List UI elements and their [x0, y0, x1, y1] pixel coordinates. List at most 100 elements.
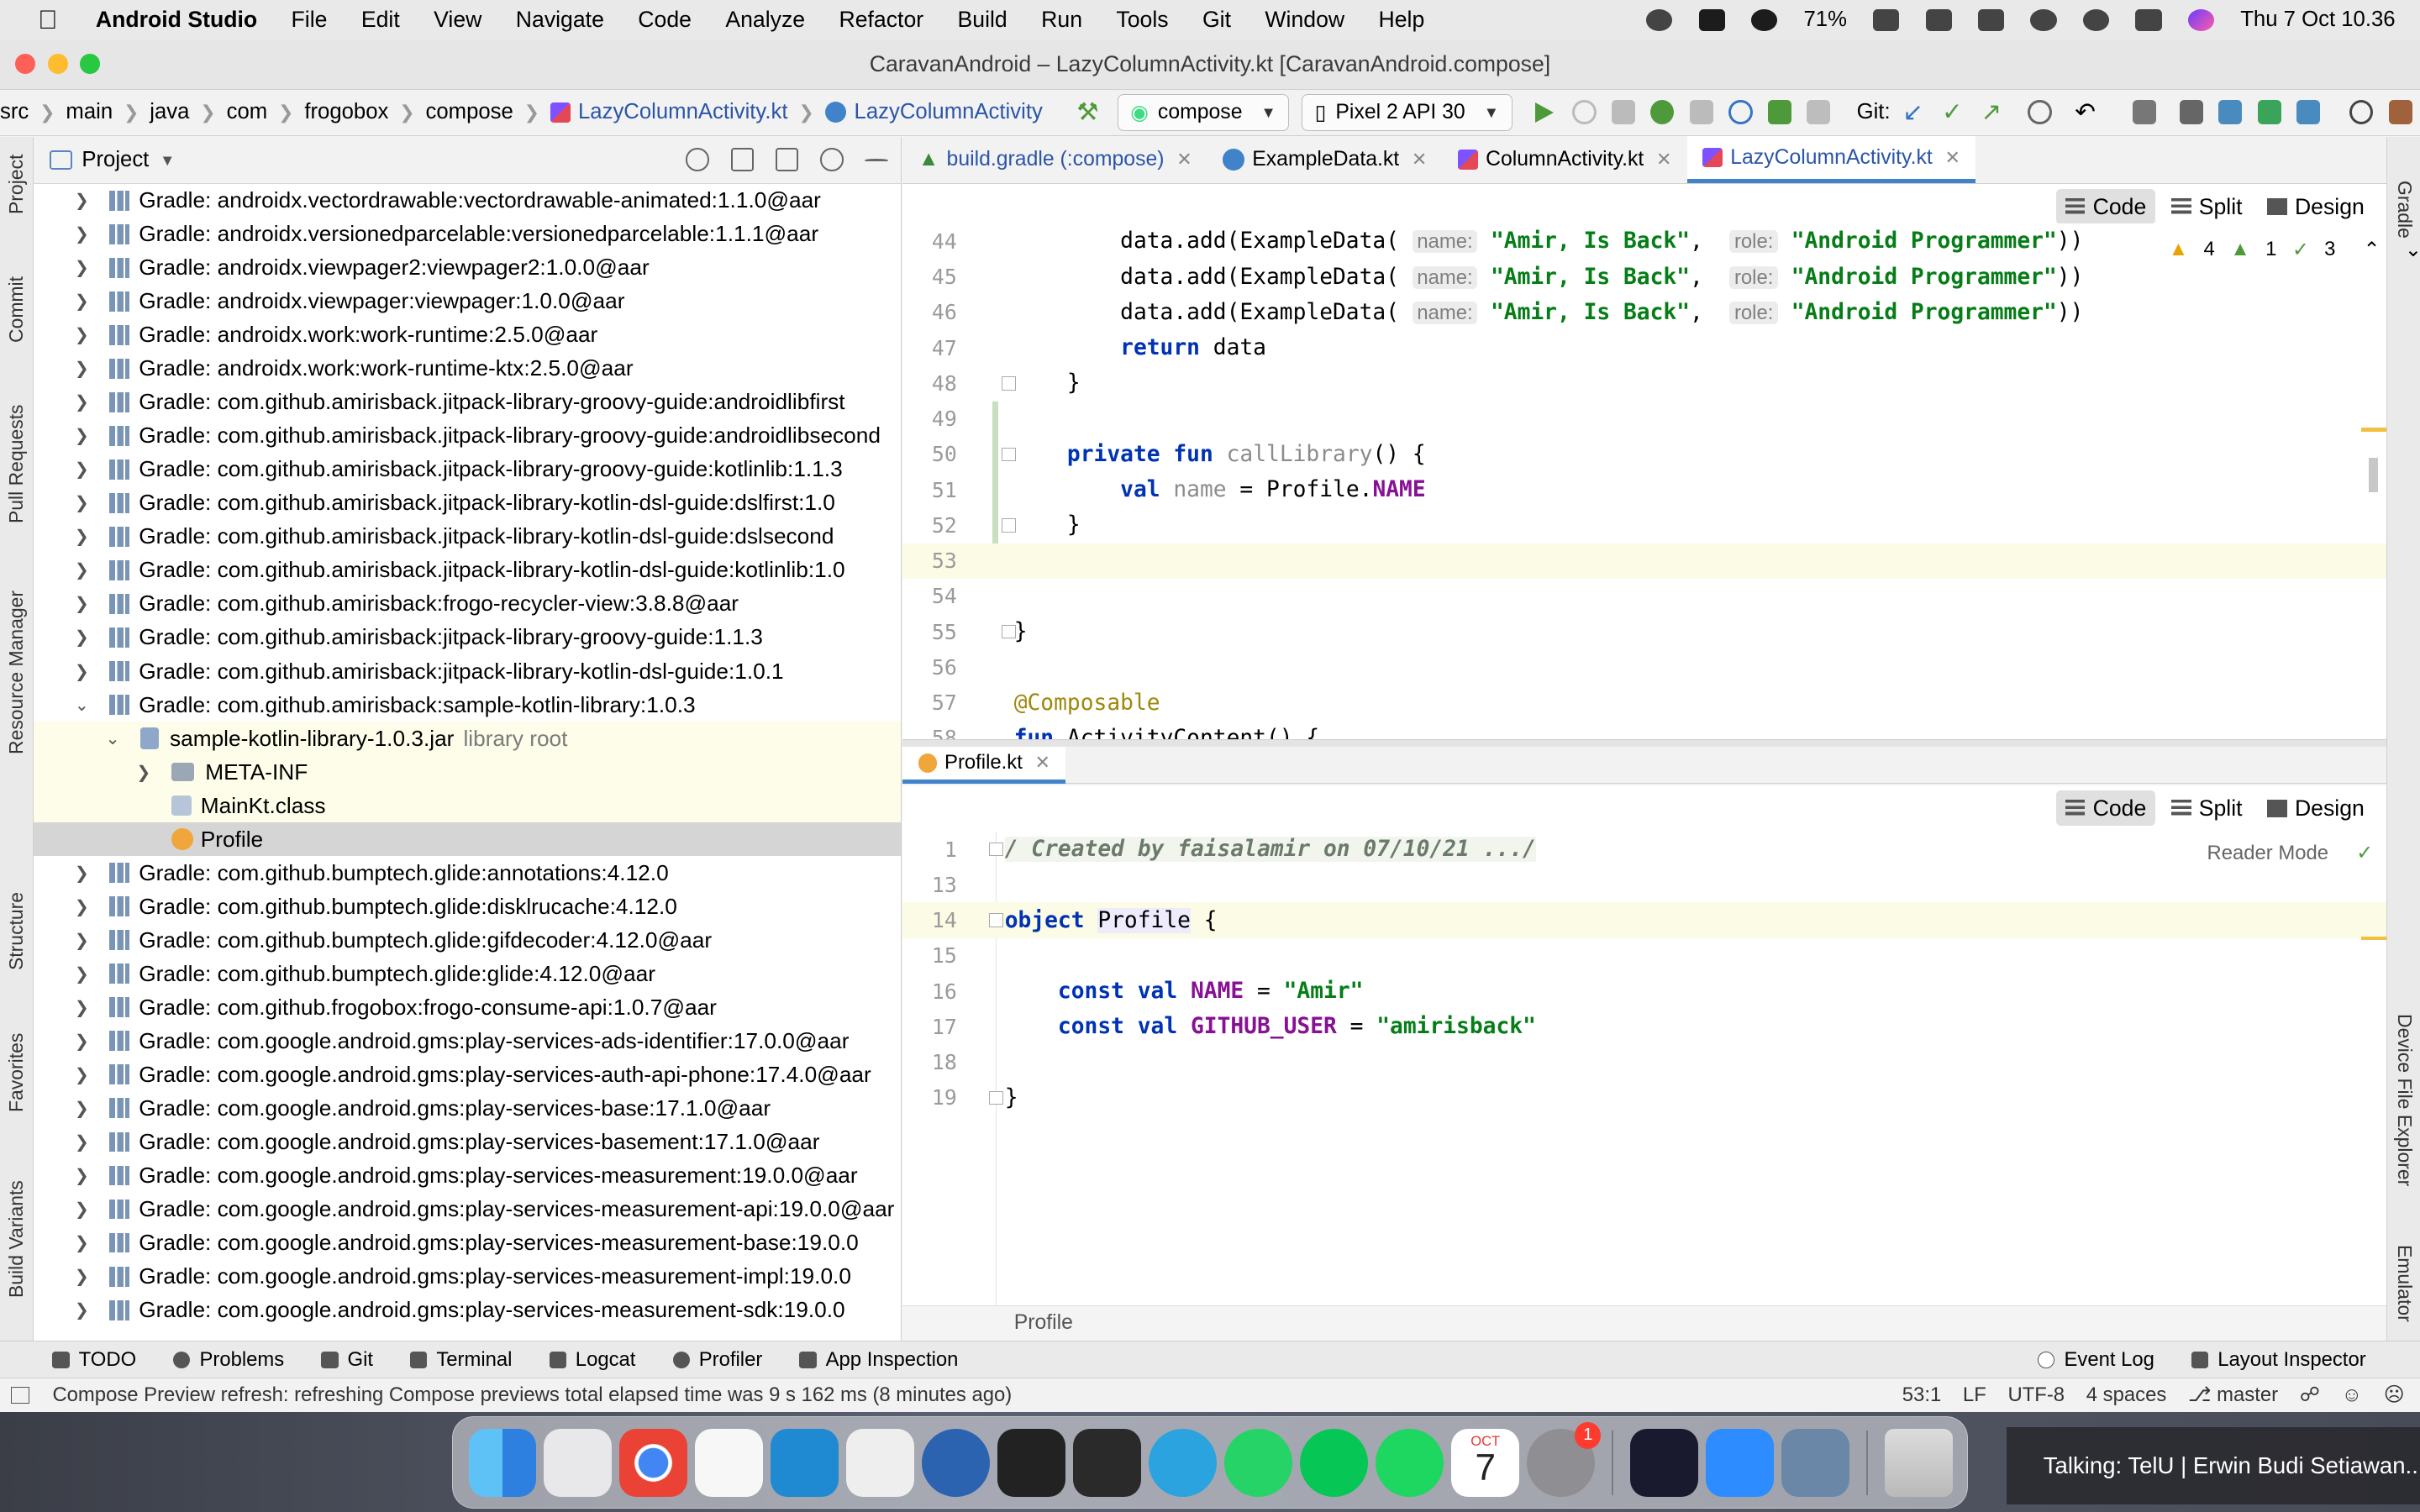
crumb-com[interactable]: com [227, 100, 268, 124]
tree-item[interactable]: ❯ Gradle: com.google.android.gms:play-ser… [34, 1260, 900, 1294]
tool-structure[interactable]: Structure [5, 892, 28, 970]
chevron-right-icon[interactable]: ❯ [72, 863, 91, 884]
git-history-icon[interactable] [2028, 99, 2052, 125]
attach-debugger-icon[interactable] [1689, 99, 1713, 125]
chevron-right-icon[interactable]: ❯ [72, 190, 91, 211]
sdk-manager-icon[interactable] [2296, 99, 2321, 125]
talking-notification[interactable]: Talking: TelU | Erwin Budi Setiawan... [2006, 1426, 2420, 1504]
intellij-icon[interactable] [1630, 1428, 1699, 1497]
tab-lazy-column-activity[interactable]: LazyColumnActivity.kt ✕ [1686, 136, 1976, 183]
tool-gradle[interactable]: Gradle [2393, 181, 2416, 239]
tool-resource-manager[interactable]: Resource Manager [5, 591, 28, 754]
gear-icon[interactable] [820, 148, 844, 171]
zoom-icon[interactable] [1706, 1428, 1775, 1497]
caret-position[interactable]: 53:1 [1902, 1383, 1941, 1407]
camera-icon[interactable] [1698, 9, 1725, 31]
chevron-down-icon[interactable]: ⌄ [103, 728, 122, 749]
chevron-right-icon[interactable]: ❯ [72, 223, 91, 244]
chevron-right-icon[interactable]: ❯ [72, 896, 91, 917]
tool-build-variants[interactable]: Build Variants [5, 1180, 28, 1298]
mode-design-button[interactable]: Design [2258, 790, 2374, 826]
run-icon[interactable] [1535, 102, 1555, 123]
tree-item[interactable]: ❯ Gradle: com.github.bumptech.glide:diskl… [34, 890, 900, 923]
tree-item[interactable]: ❯ Gradle: com.github.amirisback:jitpack-l… [34, 654, 900, 688]
chevron-up-icon[interactable]: ⌃ [2364, 238, 2381, 262]
tool-problems[interactable]: Problems [173, 1348, 284, 1372]
chevron-right-icon[interactable]: ❯ [72, 593, 91, 614]
tool-app-inspection[interactable]: App Inspection [799, 1348, 958, 1372]
close-tab-icon[interactable]: ✕ [1412, 149, 1427, 171]
menu-tools[interactable]: Tools [1116, 7, 1168, 33]
menu-git[interactable]: Git [1202, 7, 1231, 33]
menu-clock[interactable]: Thu 7 Oct 10.36 [2240, 8, 2395, 32]
tree-item-expanded[interactable]: ⌄ Gradle: com.github.amirisback:sample-ko… [34, 688, 900, 722]
close-tab-icon[interactable]: ✕ [1944, 147, 1960, 169]
chevron-right-icon[interactable]: ❯ [72, 1199, 91, 1220]
locate-file-icon[interactable] [686, 148, 709, 171]
menu-code[interactable]: Code [638, 7, 692, 33]
tool-event-log[interactable]: Event Log [2038, 1348, 2154, 1372]
hide-panel-icon[interactable] [865, 159, 888, 162]
fold-marker-icon[interactable] [989, 913, 1003, 927]
tool-favorites[interactable]: Favorites [5, 1033, 28, 1112]
menu-build[interactable]: Build [958, 7, 1007, 33]
spotlight-icon[interactable] [2082, 9, 2110, 31]
tree-item[interactable]: ❯ Gradle: com.google.android.gms:play-ser… [34, 1192, 900, 1226]
app-menu[interactable]: Android Studio [96, 7, 257, 33]
tool-project[interactable]: Project [5, 155, 28, 214]
tree-item[interactable]: ❯ Gradle: androidx.versionedparcelable:ve… [34, 218, 900, 251]
chevron-right-icon[interactable]: ❯ [72, 257, 91, 278]
chevron-right-icon[interactable]: ❯ [72, 1165, 91, 1186]
chevron-right-icon[interactable]: ❯ [72, 492, 91, 513]
chevron-right-icon[interactable]: ❯ [72, 425, 91, 446]
tree-item-folder[interactable]: ❯ META-INF [34, 755, 901, 790]
trash-icon[interactable] [1885, 1428, 1954, 1497]
screen-mirror-icon[interactable] [1925, 9, 1952, 31]
fold-marker-icon[interactable] [1002, 624, 1016, 639]
tool-profiler[interactable]: Profiler [672, 1348, 762, 1372]
menu-view[interactable]: View [434, 7, 481, 33]
coverage-icon[interactable] [1767, 99, 1791, 125]
tree-item[interactable]: ❯ Gradle: com.github.amirisback.jitpack-l… [34, 419, 900, 453]
status-message[interactable]: Compose Preview refresh: refreshing Comp… [52, 1383, 1012, 1407]
chevron-right-icon[interactable]: ❯ [72, 1266, 91, 1287]
crumb-java[interactable]: java [150, 100, 189, 124]
tool-git[interactable]: Git [321, 1348, 373, 1372]
git-update-icon[interactable]: ↙ [1902, 97, 1923, 127]
chevron-right-icon[interactable]: ❯ [72, 559, 91, 580]
wifi-icon[interactable] [2030, 9, 2057, 31]
menu-run[interactable]: Run [1041, 7, 1082, 33]
git-branch[interactable]: ⎇ master [2188, 1383, 2278, 1407]
code-editor-main[interactable]: 44 data.add(ExampleData( name: "Amir, Is… [902, 223, 2386, 739]
run-config-select[interactable]: ◉ compose ▼ [1117, 93, 1290, 131]
tab-build-gradle[interactable]: ▲ build.gradle (:compose) ✕ [902, 136, 1207, 182]
stop-icon[interactable] [1807, 99, 1831, 125]
menu-help[interactable]: Help [1379, 7, 1425, 33]
menu-window[interactable]: Window [1265, 7, 1344, 33]
spotify-icon[interactable] [1376, 1428, 1444, 1497]
close-tab-icon[interactable]: ✕ [1656, 149, 1671, 171]
chevron-right-icon[interactable]: ❯ [72, 324, 91, 345]
tree-item[interactable]: ❯ Gradle: com.github.bumptech.glide:gifde… [34, 923, 900, 957]
chevron-right-icon[interactable]: ❯ [72, 963, 91, 984]
collapse-all-icon[interactable] [775, 148, 799, 171]
tree-item[interactable]: ❯ Gradle: com.github.amirisback.jitpack-l… [34, 554, 900, 587]
debug-icon[interactable] [1650, 99, 1675, 125]
chevron-right-icon[interactable]: ❯ [72, 1232, 91, 1253]
tool-logcat[interactable]: Logcat [549, 1348, 635, 1372]
chevron-right-icon[interactable]: ❯ [72, 930, 91, 951]
tree-item[interactable]: ❯ Gradle: com.github.amirisback.jitpack-l… [34, 486, 900, 520]
fold-marker-icon[interactable] [1002, 376, 1016, 391]
avd-manager-icon[interactable] [2257, 99, 2281, 125]
location-icon[interactable] [1646, 9, 1673, 31]
line-separator[interactable]: LF [1963, 1383, 1986, 1407]
chevron-right-icon[interactable]: ❯ [72, 997, 91, 1018]
tree-item-selected[interactable]: Profile [34, 822, 901, 857]
tree-item[interactable]: ❯ Gradle: com.google.android.gms:play-ser… [34, 1058, 900, 1091]
indent-setting[interactable]: 4 spaces [2086, 1383, 2167, 1407]
git-push-icon[interactable]: ↗ [1981, 97, 2002, 127]
chevron-right-icon[interactable]: ❯ [72, 1299, 91, 1320]
tool-pull-requests[interactable]: Pull Requests [5, 404, 28, 523]
sad-face-icon[interactable]: ☹ [2384, 1383, 2405, 1407]
menu-navigate[interactable]: Navigate [516, 7, 604, 33]
